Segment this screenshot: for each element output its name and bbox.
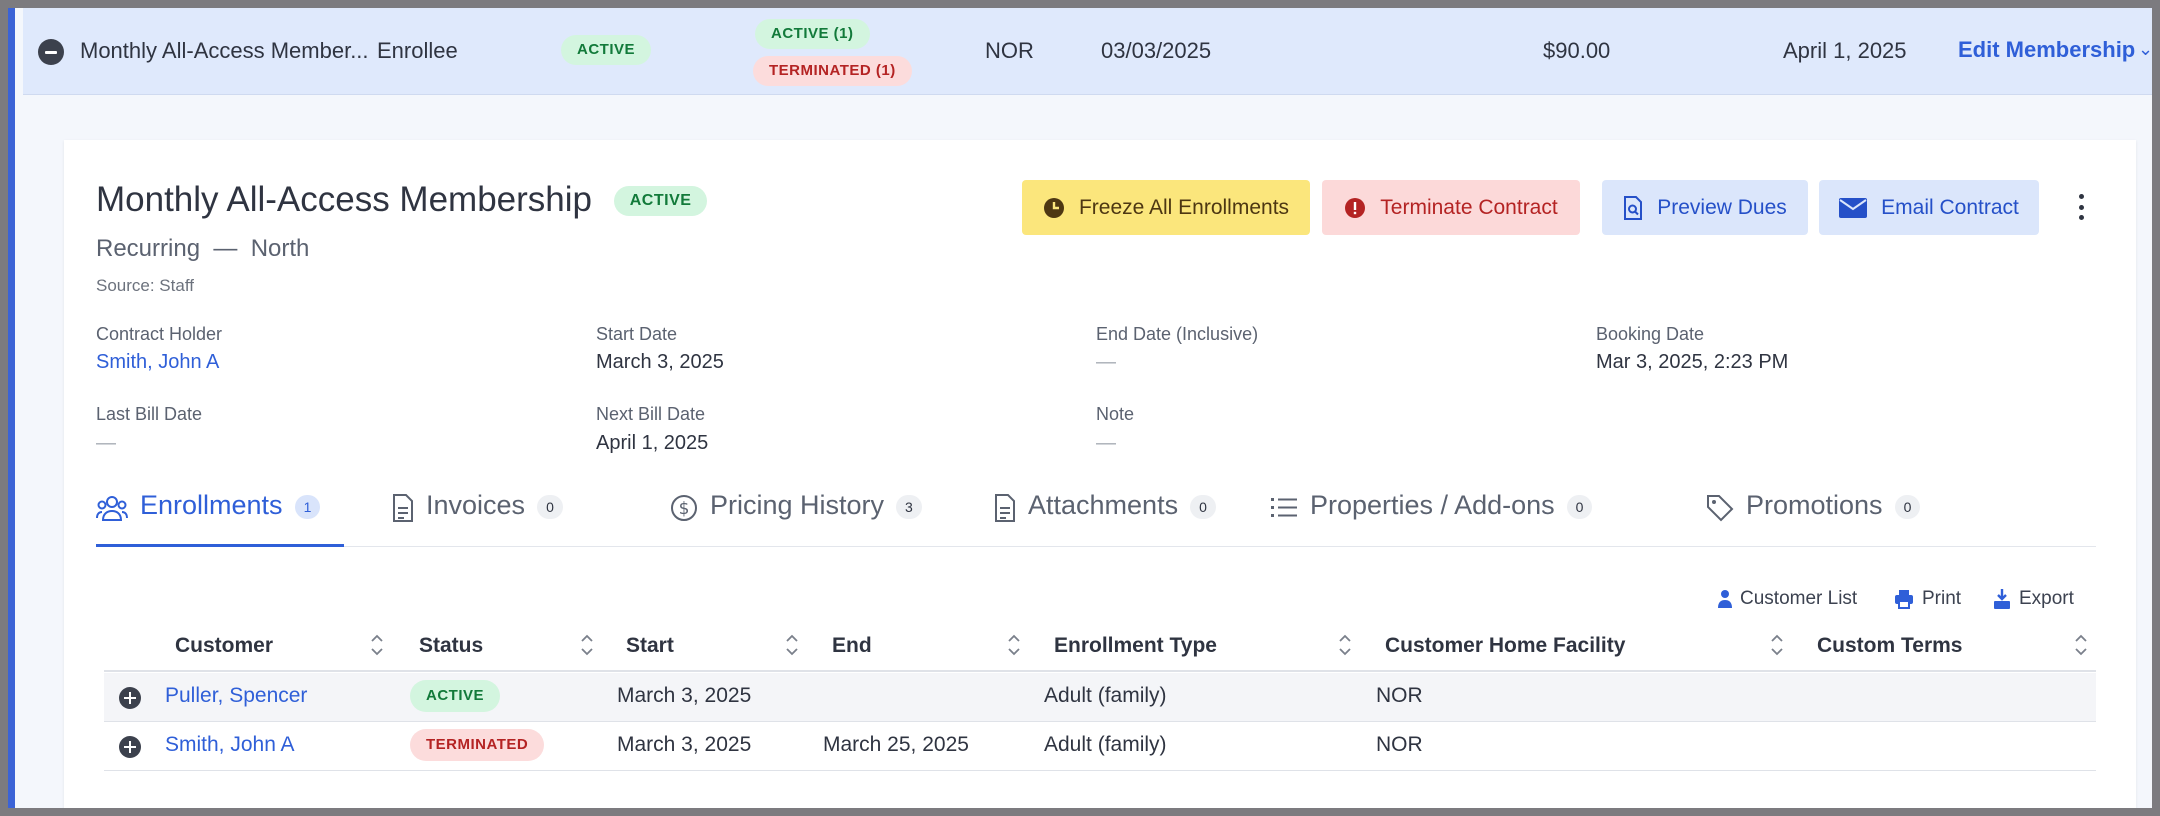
end-date-value: — (1096, 351, 1116, 373)
sort-icon[interactable] (785, 630, 799, 660)
more-options-icon[interactable] (2066, 192, 2096, 222)
start-cell: March 3, 2025 (617, 733, 752, 756)
note-value: — (1096, 432, 1116, 454)
document-search-icon (1624, 195, 1643, 220)
sort-icon[interactable] (1338, 630, 1352, 660)
next-bill-date-label: Next Bill Date (596, 404, 706, 424)
enrollment-type-cell: Adult (family) (1044, 684, 1167, 707)
column-header-end[interactable]: End (832, 634, 872, 658)
tab-invoices[interactable]: Invoices 0 (392, 490, 563, 546)
start-date-value: March 3, 2025 (596, 351, 724, 373)
start-date-label: Start Date (596, 324, 678, 344)
summary-role: Enrollee (377, 38, 458, 63)
table-row[interactable]: Puller, Spencer ACTIVE March 3, 2025 Adu… (104, 673, 2096, 722)
expand-icon[interactable] (119, 687, 141, 709)
status-badge: TERMINATED (410, 729, 545, 761)
expand-icon[interactable] (119, 736, 141, 758)
email-contract-button[interactable]: Email Contract (1819, 180, 2039, 235)
end-cell: March 25, 2025 (823, 733, 969, 756)
page-title: Monthly All-Access Membership ACTIVE (96, 180, 708, 220)
customer-link[interactable]: Smith, John A (165, 733, 295, 757)
enrollment-type-cell: Adult (family) (1044, 733, 1167, 756)
enrollments-table-header: Customer Status Start End Enrollment Typ… (104, 626, 2096, 672)
print-button[interactable]: Print (1894, 588, 1961, 610)
dollar-circle-icon: $ (671, 495, 697, 521)
alert-icon (1345, 197, 1366, 218)
selection-accent-bar (8, 8, 15, 808)
note-label: Note (1096, 404, 1135, 424)
status-badge: ACTIVE (410, 680, 501, 712)
membership-summary-row[interactable]: Monthly All-Access Member... Enrollee AC… (23, 8, 2152, 95)
sort-icon[interactable] (370, 630, 384, 660)
chevron-down-icon[interactable]: ⌄ (2138, 39, 2152, 60)
last-bill-date-label: Last Bill Date (96, 404, 203, 424)
tab-promotions[interactable]: Promotions 0 (1706, 490, 1921, 546)
membership-subtitle: Recurring — North (96, 235, 310, 262)
tab-enrollments[interactable]: Enrollments 1 (96, 490, 344, 547)
summary-status-badge: ACTIVE (561, 35, 652, 65)
last-bill-date-value: — (96, 432, 116, 454)
status-badge: ACTIVE (613, 186, 708, 216)
tab-pricing-history[interactable]: $ Pricing History 3 (670, 490, 922, 546)
envelope-icon (1839, 197, 1868, 218)
printer-icon (1895, 590, 1913, 609)
preview-dues-button[interactable]: Preview Dues (1602, 180, 1808, 235)
booking-date-label: Booking Date (1596, 324, 1705, 344)
sort-icon[interactable] (580, 630, 594, 660)
home-facility-cell: NOR (1376, 684, 1423, 707)
column-header-home-facility[interactable]: Customer Home Facility (1385, 634, 1625, 658)
edit-membership-link[interactable]: Edit Membership (1958, 37, 2135, 63)
column-header-customer[interactable]: Customer (175, 634, 273, 658)
download-icon (1994, 589, 2010, 609)
freeze-all-enrollments-button[interactable]: Freeze All Enrollments (1022, 180, 1310, 235)
membership-detail-card: Monthly All-Access Membership ACTIVE Rec… (64, 140, 2136, 808)
tab-properties-add-ons[interactable]: Properties / Add-ons 0 (1270, 490, 1593, 546)
column-header-start[interactable]: Start (626, 634, 674, 658)
summary-plan-name: Monthly All-Access Member... (80, 38, 369, 63)
start-cell: March 3, 2025 (617, 684, 752, 707)
customer-list-button[interactable]: Customer List (1718, 588, 1857, 610)
app-frame: Monthly All-Access Member... Enrollee AC… (8, 8, 2152, 808)
summary-amount: $90.00 (1543, 38, 1611, 63)
terminate-contract-button[interactable]: Terminate Contract (1322, 180, 1580, 235)
contract-holder-label: Contract Holder (96, 324, 223, 344)
sort-icon[interactable] (2074, 630, 2088, 660)
svg-text:$: $ (679, 499, 690, 519)
table-row[interactable]: Smith, John A TERMINATED March 3, 2025 M… (104, 722, 2096, 771)
next-bill-date-value: April 1, 2025 (596, 432, 709, 454)
list-icon (1271, 498, 1297, 517)
summary-active-count-badge: ACTIVE (1) (755, 19, 870, 49)
column-header-custom-terms[interactable]: Custom Terms (1817, 634, 1962, 658)
users-icon (96, 496, 128, 521)
sort-icon[interactable] (1007, 630, 1021, 660)
membership-source: Source: Staff (96, 276, 194, 295)
column-header-status[interactable]: Status (419, 634, 483, 658)
document-icon (393, 494, 413, 522)
home-facility-cell: NOR (1376, 733, 1423, 756)
sort-icon[interactable] (1770, 630, 1784, 660)
person-icon (1718, 590, 1732, 608)
summary-terminated-count-badge: TERMINATED (1) (753, 56, 912, 86)
tab-attachments[interactable]: Attachments 0 (994, 490, 1216, 546)
document-icon (995, 494, 1015, 522)
collapse-icon[interactable] (38, 39, 64, 65)
summary-facility: NOR (985, 38, 1034, 63)
tag-icon (1707, 495, 1734, 522)
contract-holder-link[interactable]: Smith, John A (96, 351, 219, 374)
detail-tabs: Enrollments 1 Invoices 0 $ Pricing Histo… (96, 490, 2096, 547)
summary-next-date: April 1, 2025 (1783, 38, 1907, 63)
end-date-label: End Date (Inclusive) (1096, 324, 1259, 344)
customer-link[interactable]: Puller, Spencer (165, 684, 307, 708)
summary-date: 03/03/2025 (1101, 38, 1212, 63)
column-header-enrollment-type[interactable]: Enrollment Type (1054, 634, 1217, 658)
booking-date-value: Mar 3, 2025, 2:23 PM (1596, 351, 1789, 373)
clock-icon (1043, 197, 1064, 218)
export-button[interactable]: Export (1993, 588, 2074, 610)
